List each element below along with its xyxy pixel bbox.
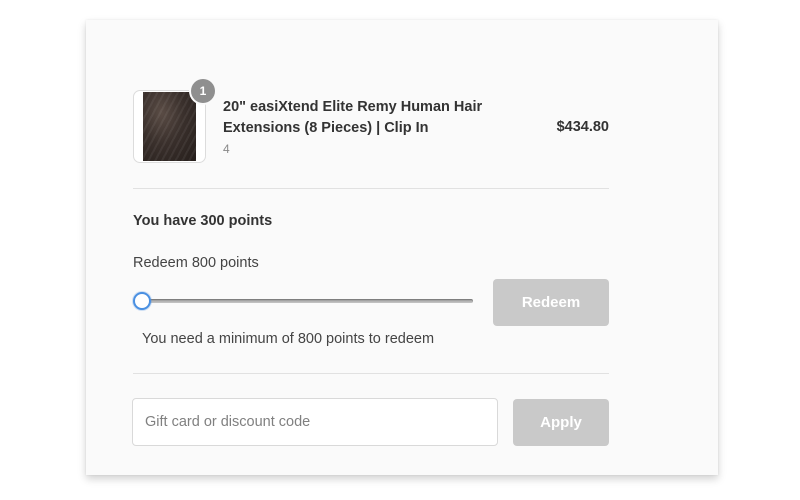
minimum-points-note: You need a minimum of 800 points to rede… bbox=[142, 331, 435, 347]
divider bbox=[133, 373, 609, 374]
hair-extension-image bbox=[143, 92, 196, 161]
redeem-points-label: Redeem 800 points bbox=[133, 255, 259, 271]
points-balance: You have 300 points bbox=[133, 213, 273, 229]
product-name: 20" easiXtend Elite Remy Human Hair Exte… bbox=[223, 99, 483, 136]
order-summary-card: 1 20" easiXtend Elite Remy Human Hair Ex… bbox=[86, 20, 718, 475]
product-price: $434.80 bbox=[556, 119, 609, 135]
cart-line-item: 1 20" easiXtend Elite Remy Human Hair Ex… bbox=[133, 79, 609, 165]
quantity-badge: 1 bbox=[191, 79, 215, 103]
discount-code-input[interactable] bbox=[132, 398, 498, 446]
divider bbox=[133, 188, 609, 189]
product-thumbnail bbox=[133, 90, 206, 163]
points-slider[interactable] bbox=[133, 290, 475, 312]
slider-thumb[interactable] bbox=[133, 292, 151, 310]
product-variant: 4 bbox=[223, 142, 230, 156]
apply-button[interactable]: Apply bbox=[513, 399, 609, 446]
slider-track[interactable] bbox=[139, 299, 473, 303]
redeem-button[interactable]: Redeem bbox=[493, 279, 609, 326]
